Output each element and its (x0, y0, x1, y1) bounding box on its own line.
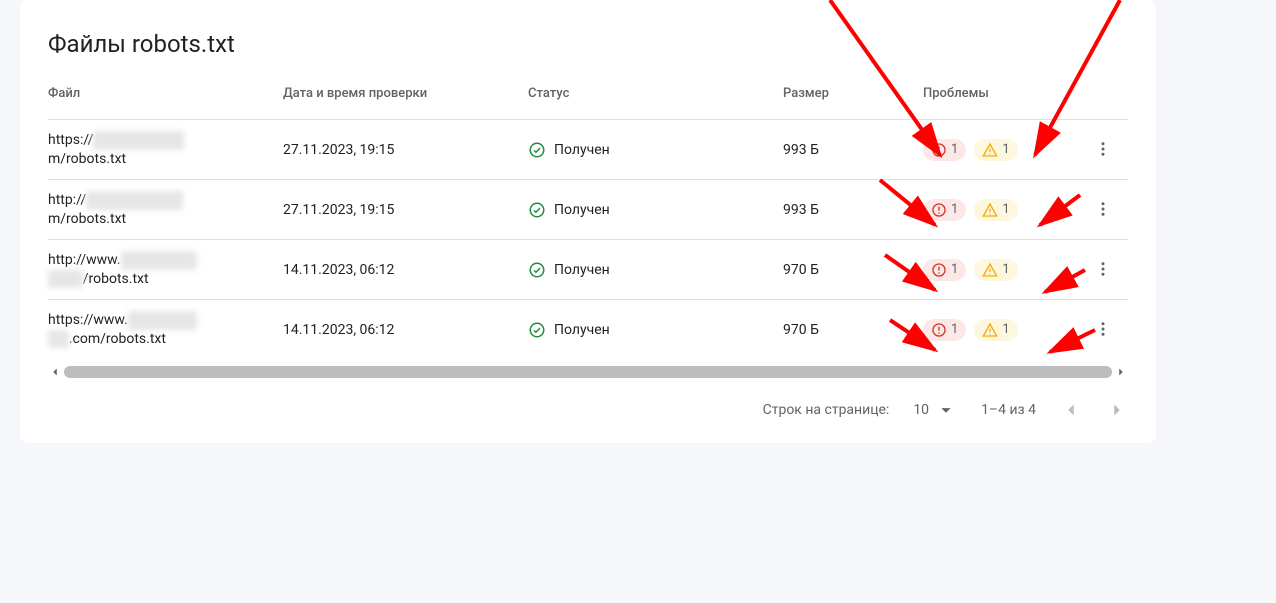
file-cell: https://www.xxxxxxxxxx xxx.com/robots.tx… (48, 311, 283, 349)
table-row[interactable]: https://xxxxxxxxxxxxx m/robots.txt 27.11… (48, 119, 1128, 179)
check-circle-icon (528, 261, 546, 279)
status-cell: Получен (528, 261, 783, 279)
more-vert-icon[interactable] (1091, 257, 1115, 281)
page-range: 1–4 из 4 (981, 402, 1036, 418)
more-vert-icon[interactable] (1091, 197, 1115, 221)
issues-cell: 1 1 (923, 199, 1083, 221)
prev-page-button[interactable] (1060, 399, 1082, 421)
row-menu[interactable] (1083, 257, 1123, 282)
more-vert-icon[interactable] (1091, 317, 1115, 341)
error-icon (931, 262, 947, 278)
size-cell: 970 Б (783, 322, 923, 338)
size-cell: 970 Б (783, 262, 923, 278)
warning-icon (982, 202, 998, 218)
issues-cell: 1 1 (923, 139, 1083, 161)
col-status: Статус (528, 86, 783, 101)
table-row[interactable]: http://www.xxxxxxxxxxx xxxxx/robots.txt … (48, 239, 1128, 299)
robots-files-card: Файлы robots.txt Файл Дата и время прове… (20, 0, 1156, 443)
status-cell: Получен (528, 201, 783, 219)
issues-cell: 1 1 (923, 259, 1083, 281)
status-cell: Получен (528, 321, 783, 339)
file-cell: http://xxxxxxxxxxxxxx m/robots.txt (48, 191, 283, 229)
row-menu[interactable] (1083, 317, 1123, 342)
scroll-right-icon[interactable] (1114, 365, 1128, 379)
page-title: Файлы robots.txt (48, 30, 1128, 58)
warning-icon (982, 262, 998, 278)
issues-cell: 1 1 (923, 319, 1083, 341)
size-cell: 993 Б (783, 142, 923, 158)
rows-per-page-label: Строк на странице: (763, 402, 890, 418)
date-cell: 14.11.2023, 06:12 (283, 262, 528, 278)
table-row[interactable]: https://www.xxxxxxxxxx xxx.com/robots.tx… (48, 299, 1128, 359)
date-cell: 14.11.2023, 06:12 (283, 322, 528, 338)
warning-badge[interactable]: 1 (974, 139, 1017, 161)
table-row[interactable]: http://xxxxxxxxxxxxxx m/robots.txt 27.11… (48, 179, 1128, 239)
warning-badge[interactable]: 1 (974, 199, 1017, 221)
file-cell: https://xxxxxxxxxxxxx m/robots.txt (48, 131, 283, 169)
scroll-track[interactable] (64, 366, 1112, 378)
col-file: Файл (48, 86, 283, 101)
warning-icon (982, 142, 998, 158)
warning-badge[interactable]: 1 (974, 259, 1017, 281)
col-size: Размер (783, 86, 923, 101)
error-badge[interactable]: 1 (923, 139, 966, 161)
date-cell: 27.11.2023, 19:15 (283, 142, 528, 158)
error-badge[interactable]: 1 (923, 199, 966, 221)
row-menu[interactable] (1083, 197, 1123, 222)
table-header: Файл Дата и время проверки Статус Размер… (48, 86, 1128, 119)
chevron-down-icon (935, 399, 957, 421)
rows-per-page-value: 10 (913, 402, 929, 418)
check-circle-icon (528, 321, 546, 339)
row-menu[interactable] (1083, 137, 1123, 162)
pagination: Строк на странице: 10 1–4 из 4 (48, 399, 1128, 421)
check-circle-icon (528, 201, 546, 219)
error-icon (931, 142, 947, 158)
next-page-button[interactable] (1106, 399, 1128, 421)
col-date: Дата и время проверки (283, 86, 528, 101)
robots-table: Файл Дата и время проверки Статус Размер… (48, 86, 1128, 359)
file-cell: http://www.xxxxxxxxxxx xxxxx/robots.txt (48, 251, 283, 289)
rows-per-page-select[interactable]: 10 (913, 399, 957, 421)
size-cell: 993 Б (783, 202, 923, 218)
error-icon (931, 202, 947, 218)
warning-icon (982, 322, 998, 338)
scroll-left-icon[interactable] (48, 365, 62, 379)
warning-badge[interactable]: 1 (974, 319, 1017, 341)
error-badge[interactable]: 1 (923, 319, 966, 341)
status-cell: Получен (528, 141, 783, 159)
horizontal-scrollbar[interactable] (48, 365, 1128, 379)
check-circle-icon (528, 141, 546, 159)
date-cell: 27.11.2023, 19:15 (283, 202, 528, 218)
error-icon (931, 322, 947, 338)
more-vert-icon[interactable] (1091, 137, 1115, 161)
error-badge[interactable]: 1 (923, 259, 966, 281)
col-issues: Проблемы (923, 86, 1083, 101)
